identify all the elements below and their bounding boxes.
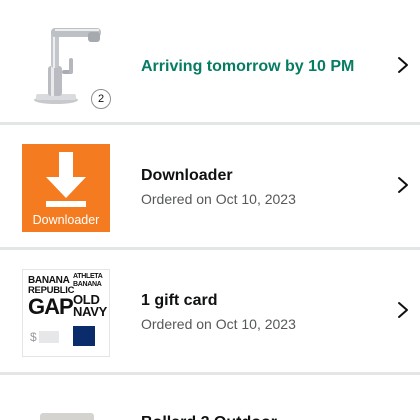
order-info: Bollard 2 Outdoor bbox=[141, 412, 277, 420]
downloader-icon-label: Downloader bbox=[32, 213, 100, 227]
order-row-downloader[interactable]: Downloader Downloader Ordered on Oct 10,… bbox=[0, 125, 420, 247]
quantity-badge: 2 bbox=[91, 89, 111, 109]
gift-card-dollar-sign: $ bbox=[30, 330, 37, 344]
bollard-light-image bbox=[40, 413, 94, 420]
chevron-right-icon[interactable] bbox=[396, 175, 410, 195]
order-row-faucet[interactable]: 2 Arriving tomorrow by 10 PM bbox=[0, 0, 420, 122]
order-title: Downloader bbox=[141, 167, 233, 184]
gift-card-brand-text: ATHLETA bbox=[73, 273, 103, 280]
chevron-right-icon[interactable] bbox=[396, 300, 410, 320]
gap-logo-box bbox=[73, 326, 95, 346]
order-info: Downloader Ordered on Oct 10, 2023 bbox=[141, 165, 296, 209]
order-title: Bollard 2 Outdoor bbox=[141, 412, 277, 420]
gift-card-amount-box bbox=[39, 331, 59, 343]
order-title: 1 gift card bbox=[141, 292, 218, 309]
order-date: Ordered on Oct 10, 2023 bbox=[141, 316, 296, 332]
downloader-app-icon: Downloader bbox=[22, 144, 110, 232]
gift-card-brand-text: BANANA bbox=[73, 281, 102, 288]
delivery-status: Arriving tomorrow by 10 PM bbox=[141, 58, 355, 75]
gift-card-brand-text: GAP bbox=[28, 294, 74, 319]
order-info: 1 gift card Ordered on Oct 10, 2023 bbox=[141, 290, 296, 334]
order-date: Ordered on Oct 10, 2023 bbox=[141, 191, 296, 207]
gift-card-image: BANANA REPUBLIC ATHLETA BANANA GAP OLD N… bbox=[22, 269, 110, 357]
order-info: Arriving tomorrow by 10 PM bbox=[141, 56, 354, 78]
chevron-right-icon[interactable] bbox=[396, 55, 410, 75]
order-row-bollard[interactable]: Bollard 2 Outdoor bbox=[0, 375, 420, 420]
gift-card-brand-text: NAVY bbox=[73, 304, 107, 319]
order-row-gift-card[interactable]: BANANA REPUBLIC ATHLETA BANANA GAP OLD N… bbox=[0, 250, 420, 372]
